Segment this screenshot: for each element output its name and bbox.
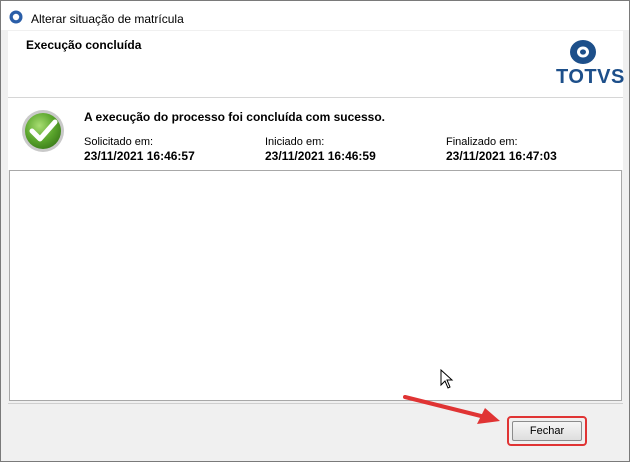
footer-bar: Fechar [8, 403, 623, 461]
success-check-icon [22, 110, 64, 152]
app-icon [9, 10, 23, 24]
finished-value: 23/11/2021 16:47:03 [446, 149, 557, 163]
requested-value: 23/11/2021 16:46:57 [84, 149, 195, 163]
totvs-logo: TOTVS [556, 39, 624, 91]
close-button-highlight: Fechar [507, 416, 587, 446]
info-panel: A execução do processo foi concluída com… [8, 98, 623, 170]
success-message: A execução do processo foi concluída com… [84, 110, 385, 124]
dialog-content: Execução concluída TOTVS A execução do p… [8, 31, 624, 461]
requested-time: Solicitado em: 23/11/2021 16:46:57 [84, 136, 195, 163]
log-output-area[interactable] [9, 170, 622, 401]
finished-label: Finalizado em: [446, 136, 518, 148]
requested-label: Solicitado em: [84, 136, 154, 148]
started-time: Iniciado em: 23/11/2021 16:46:59 [265, 136, 376, 163]
dialog-window: Alterar situação de matrícula Execução c… [0, 0, 630, 462]
mouse-cursor-icon [440, 369, 454, 389]
started-label: Iniciado em: [265, 136, 325, 148]
header-title: Execução concluída [26, 38, 142, 52]
annotation-arrow-icon [403, 395, 500, 424]
finished-time: Finalizado em: 23/11/2021 16:47:03 [446, 136, 557, 163]
close-button[interactable]: Fechar [512, 421, 582, 441]
started-value: 23/11/2021 16:46:59 [265, 149, 376, 163]
logo-text: TOTVS [556, 66, 625, 88]
header-panel: Execução concluída TOTVS [8, 31, 624, 98]
totvs-logo-mark-icon [570, 40, 596, 64]
title-bar[interactable]: Alterar situação de matrícula [1, 1, 629, 30]
window-title: Alterar situação de matrícula [31, 12, 184, 26]
